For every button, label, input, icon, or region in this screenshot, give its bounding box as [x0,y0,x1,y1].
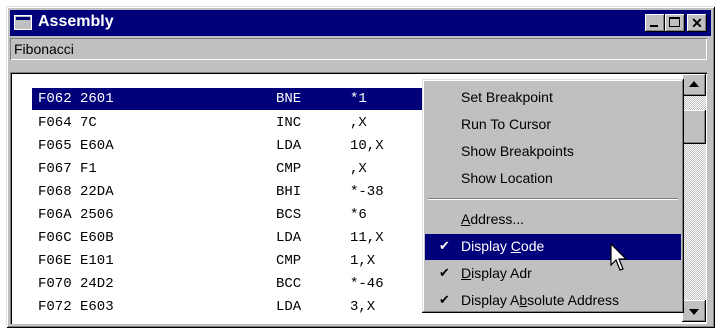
row-operand: 11,X [350,230,384,246]
row-operand: *-38 [350,184,384,200]
menu-item-set-breakpoint[interactable]: Set Breakpoint [425,85,681,111]
menu-item-label: Display Code [461,238,545,254]
row-operand: ,X [350,161,367,177]
program-name-bar: Fibonacci [10,38,707,60]
maximize-icon [669,17,680,27]
check-icon: ✔ [439,238,450,253]
row-opcode: LDA [276,138,302,154]
program-name: Fibonacci [14,41,74,57]
row-opcode: LDA [276,230,302,246]
listing-row[interactable]: F065 E60A LDA 10,X [32,135,432,157]
row-opcode: BHI [276,184,302,200]
listing-row[interactable]: F070 24D2 BCC *-46 [32,273,432,295]
minimize-button[interactable] [645,14,665,32]
row-opcode: CMP [276,161,302,177]
close-button[interactable]: ✕ [687,14,707,32]
scroll-thumb[interactable] [682,110,706,144]
menu-item-address[interactable]: Address... [425,207,681,233]
row-operand: *6 [350,207,367,223]
mouse-pointer-icon [610,243,628,271]
row-opcode: LDA [276,299,302,315]
context-menu: Set Breakpoint Run To Cursor Show Breakp… [422,79,684,313]
menu-item-display-code[interactable]: ✔ Display Code [425,234,681,260]
menu-item-label: Show Location [461,170,553,186]
menu-item-display-absolute-address[interactable]: ✔ Display Absolute Address [425,288,681,314]
minimize-icon [650,25,658,27]
row-address: F070 24D2 [38,276,114,292]
row-address: F06E E101 [38,253,114,269]
listing-row[interactable]: F06A 2506 BCS *6 [32,204,432,226]
listing-row[interactable]: F06E E101 CMP 1,X [32,250,432,272]
close-icon: ✕ [691,15,703,31]
listing-row[interactable]: F072 E603 LDA 3,X [32,296,432,318]
row-operand: *-46 [350,276,384,292]
maximize-button[interactable] [665,14,685,32]
listing-row[interactable]: F068 22DA BHI *-38 [32,181,432,203]
window-title: Assembly [38,13,114,30]
row-operand: *1 [350,91,367,107]
row-address: F068 22DA [38,184,114,200]
menu-item-label: Address... [461,211,525,227]
listing-row[interactable]: F064 7C INC ,X [32,112,432,134]
vertical-scrollbar[interactable] [682,74,706,322]
row-operand: 1,X [350,253,376,269]
title-bar[interactable]: Assembly ✕ [10,10,711,36]
row-address: F067 F1 [38,161,97,177]
row-address: F062 2601 [38,91,114,107]
menu-item-show-breakpoints[interactable]: Show Breakpoints [425,139,681,165]
row-opcode: CMP [276,253,302,269]
menu-item-display-adr[interactable]: ✔ Display Adr [425,261,681,287]
listing-row[interactable]: F06C E60B LDA 11,X [32,227,432,249]
row-address: F064 7C [38,115,97,131]
row-operand: ,X [350,115,367,131]
listing-row[interactable]: F067 F1 CMP ,X [32,158,432,180]
scroll-down-button[interactable] [682,300,706,322]
row-opcode: BCS [276,207,302,223]
scroll-down-icon [689,309,699,315]
menu-item-label: Set Breakpoint [461,89,553,105]
row-address: F072 E603 [38,299,114,315]
scroll-up-icon [689,81,699,87]
check-icon: ✔ [439,265,450,280]
check-icon: ✔ [439,292,450,307]
row-opcode: BCC [276,276,302,292]
menu-separator [428,198,678,200]
window-icon [14,15,32,30]
row-address: F06A 2506 [38,207,114,223]
listing-row-selected[interactable]: F062 2601 BNE *1 [32,88,432,110]
menu-item-label: Display Adr [461,265,532,281]
row-opcode: BNE [276,91,302,107]
menu-item-label: Show Breakpoints [461,143,574,159]
menu-item-label: Display Absolute Address [461,292,619,308]
menu-item-run-to-cursor[interactable]: Run To Cursor [425,112,681,138]
row-operand: 3,X [350,299,376,315]
row-operand: 10,X [350,138,384,154]
row-opcode: INC [276,115,302,131]
menu-item-label: Run To Cursor [461,116,552,132]
menu-item-show-location[interactable]: Show Location [425,166,681,192]
row-address: F06C E60B [38,230,114,246]
row-address: F065 E60A [38,138,114,154]
scroll-up-button[interactable] [682,74,706,96]
